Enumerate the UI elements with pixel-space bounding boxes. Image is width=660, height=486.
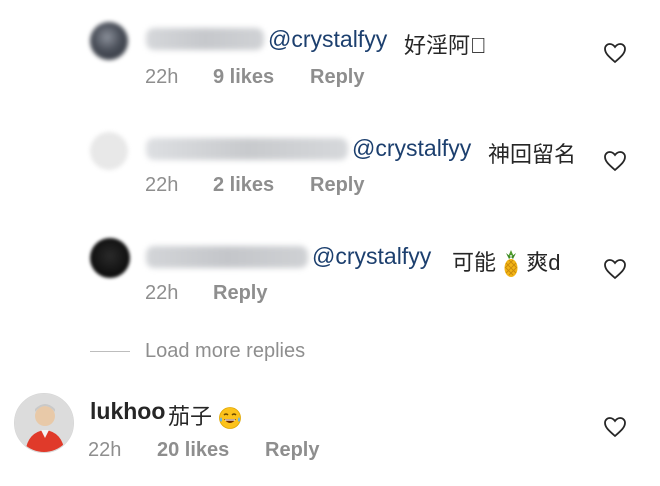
timestamp: 22h xyxy=(145,66,179,88)
reply-button[interactable]: Reply xyxy=(310,66,364,89)
tears-of-joy-emoji xyxy=(219,407,242,430)
heart-outline-icon[interactable] xyxy=(603,42,627,64)
username-blurred[interactable] xyxy=(146,246,308,268)
likes-count[interactable]: 20 likes xyxy=(157,439,229,462)
timestamp: 22h xyxy=(145,174,179,196)
mention-link[interactable]: @crystalfyy xyxy=(312,243,431,270)
heart-outline-icon[interactable] xyxy=(603,258,627,280)
avatar[interactable] xyxy=(90,132,128,170)
comment-text-part: 可能 xyxy=(452,250,497,275)
comment-text: 可能 爽d xyxy=(452,245,561,278)
divider-line xyxy=(90,351,130,352)
avatar-image xyxy=(15,394,73,452)
heart-outline-icon[interactable] xyxy=(603,150,627,172)
reply-button[interactable]: Reply xyxy=(213,282,267,305)
timestamp: 22h xyxy=(88,439,122,461)
username[interactable]: lukhoo xyxy=(90,398,165,425)
comment-text: 茄子 xyxy=(168,399,242,431)
mention-link[interactable]: @crystalfyy xyxy=(268,26,387,53)
comment-text: 好淫阿  xyxy=(404,33,487,58)
avatar[interactable] xyxy=(90,238,130,278)
comment-text: 神回留名 xyxy=(488,142,577,167)
avatar[interactable] xyxy=(14,393,74,453)
comment-text-part: 茄子 xyxy=(168,404,213,429)
likes-count[interactable]: 9 likes xyxy=(213,66,274,89)
likes-count[interactable]: 2 likes xyxy=(213,174,274,197)
comment-text-part: 爽d xyxy=(526,250,561,275)
username-blurred[interactable] xyxy=(146,28,264,50)
username-blurred[interactable] xyxy=(146,138,348,160)
heart-outline-icon[interactable] xyxy=(603,416,627,438)
load-more-replies-button[interactable]: Load more replies xyxy=(145,340,305,363)
avatar[interactable] xyxy=(90,22,128,60)
reply-button[interactable]: Reply xyxy=(265,439,319,462)
mention-link[interactable]: @crystalfyy xyxy=(352,135,471,162)
timestamp: 22h xyxy=(145,282,179,304)
pineapple-emoji xyxy=(504,250,518,278)
reply-button[interactable]: Reply xyxy=(310,174,364,197)
